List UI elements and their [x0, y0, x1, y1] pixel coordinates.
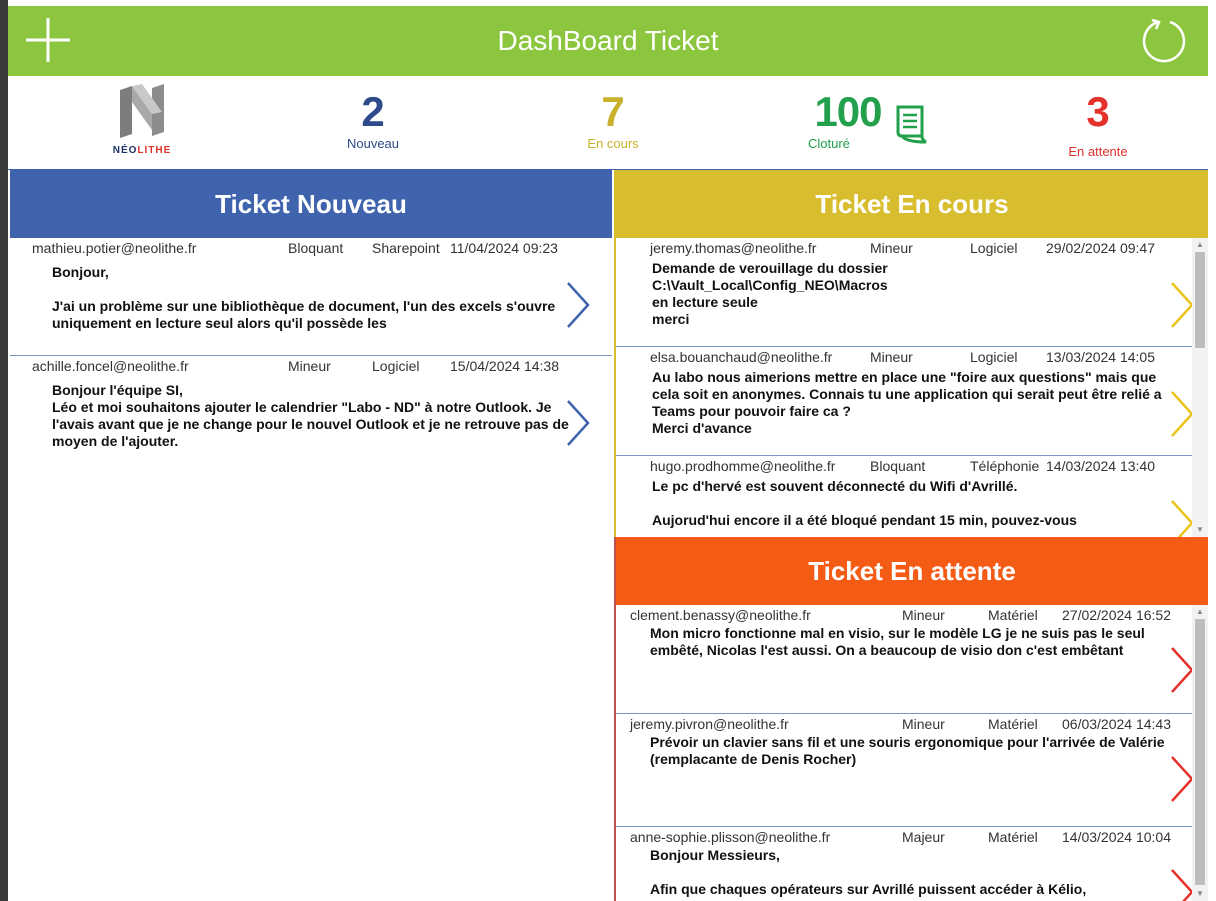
chevron-right-icon[interactable] — [564, 398, 592, 448]
chevron-right-icon[interactable] — [1168, 754, 1192, 804]
scroll-up-arrow-icon[interactable]: ▲ — [1195, 240, 1205, 250]
stat-en-attente-count: 3 — [1086, 88, 1110, 135]
scroll-up-arrow-icon[interactable]: ▲ — [1195, 607, 1205, 617]
ticket-category: Matériel — [988, 829, 1038, 845]
ticket-list-en-attente: clement.benassy@neolithe.fr Mineur Matér… — [616, 605, 1192, 901]
ticket-priority: Bloquant — [288, 240, 344, 256]
ticket-email: jeremy.pivron@neolithe.fr — [630, 716, 789, 732]
neolithe-logo: NÉOLITHE — [100, 82, 184, 162]
stat-nouveau-count: 2 — [361, 88, 385, 135]
ticket-email: clement.benassy@neolithe.fr — [630, 607, 811, 623]
panel-ticket-en-attente: Ticket En attente clement.benassy@neolit… — [614, 537, 1208, 901]
ticket-category: Matériel — [988, 607, 1038, 623]
ticket-email: achille.foncel@neolithe.fr — [32, 358, 189, 374]
chevron-right-icon[interactable] — [1168, 867, 1192, 901]
ticket-priority: Mineur — [870, 240, 913, 256]
stat-en-cours[interactable]: 7 En cours — [568, 88, 658, 152]
dashboard-app: DashBoard Ticket NÉOLITHE 2 Nouveau 7 En… — [8, 6, 1208, 901]
plus-icon[interactable] — [22, 14, 74, 66]
ticket-item[interactable]: jeremy.pivron@neolithe.fr Mineur Matérie… — [616, 714, 1192, 827]
ticket-category: Téléphonie — [970, 458, 1040, 474]
logo-mark-icon — [120, 84, 164, 138]
stats-bar: NÉOLITHE 2 Nouveau 7 En cours 100 Clotur… — [8, 76, 1208, 170]
ticket-message: Au labo nous aimerions mettre en place u… — [652, 369, 1162, 436]
ticket-message: Bonjour Messieurs, Afin que chaques opér… — [650, 847, 1087, 897]
document-icon — [896, 105, 927, 144]
ticket-date: 13/03/2024 14:05 — [1046, 349, 1155, 365]
ticket-category: Logiciel — [970, 349, 1018, 365]
chevron-right-icon[interactable] — [1168, 498, 1192, 537]
ticket-list-en-cours: jeremy.thomas@neolithe.fr Mineur Logicie… — [616, 238, 1192, 537]
ticket-category: Matériel — [988, 716, 1038, 732]
refresh-icon[interactable] — [1138, 16, 1188, 66]
stat-en-cours-label: En cours — [587, 136, 639, 151]
window-edge — [0, 0, 8, 901]
ticket-message: Bonjour l'équipe SI, Léo et moi souhaito… — [52, 382, 569, 449]
chevron-right-icon[interactable] — [1168, 645, 1192, 695]
ticket-email: hugo.prodhomme@neolithe.fr — [650, 458, 836, 474]
scroll-thumb[interactable] — [1195, 619, 1205, 885]
ticket-date: 06/03/2024 14:43 — [1062, 716, 1171, 732]
ticket-item[interactable]: achille.foncel@neolithe.fr Mineur Logici… — [10, 356, 612, 454]
ticket-date: 14/03/2024 10:04 — [1062, 829, 1171, 845]
ticket-date: 15/04/2024 14:38 — [450, 358, 559, 374]
scrollbar-en-attente[interactable]: ▲ ▼ — [1192, 605, 1208, 901]
ticket-priority: Bloquant — [870, 458, 926, 474]
ticket-message: Demande de verouillage du dossier C:\Vau… — [652, 260, 888, 327]
ticket-priority: Majeur — [902, 829, 945, 845]
app-header: DashBoard Ticket — [8, 6, 1208, 76]
app-title: DashBoard Ticket — [497, 25, 719, 56]
panel-en-cours-title: Ticket En cours — [616, 170, 1208, 238]
scroll-down-arrow-icon[interactable]: ▼ — [1195, 889, 1205, 899]
ticket-category: Logiciel — [372, 358, 420, 374]
stat-nouveau[interactable]: 2 Nouveau — [328, 88, 418, 152]
stat-cloture-count: 100 — [814, 88, 882, 135]
stat-en-attente[interactable]: 3 En attente — [1053, 88, 1143, 160]
ticket-category: Logiciel — [970, 240, 1018, 256]
ticket-item[interactable]: elsa.bouanchaud@neolithe.fr Mineur Logic… — [616, 347, 1192, 456]
ticket-priority: Mineur — [902, 716, 945, 732]
ticket-message: Mon micro fonctionne mal en visio, sur l… — [650, 625, 1149, 658]
ticket-date: 14/03/2024 13:40 — [1046, 458, 1155, 474]
ticket-date: 29/02/2024 09:47 — [1046, 240, 1155, 256]
ticket-email: anne-sophie.plisson@neolithe.fr — [630, 829, 831, 845]
panel-nouveau-title: Ticket Nouveau — [10, 170, 612, 238]
panel-ticket-nouveau: Ticket Nouveau mathieu.potier@neolithe.f… — [10, 170, 612, 901]
stat-nouveau-label: Nouveau — [346, 136, 400, 151]
chevron-right-icon[interactable] — [564, 280, 592, 330]
stat-cloture[interactable]: 100 Cloturé — [798, 88, 927, 151]
ticket-item[interactable]: mathieu.potier@neolithe.fr Bloquant Shar… — [10, 238, 612, 356]
ticket-category: Sharepoint — [372, 240, 440, 256]
stat-en-cours-count: 7 — [601, 88, 625, 135]
ticket-email: jeremy.thomas@neolithe.fr — [650, 240, 817, 256]
ticket-item[interactable]: jeremy.thomas@neolithe.fr Mineur Logicie… — [616, 238, 1192, 347]
ticket-date: 11/04/2024 09:23 — [450, 240, 558, 256]
ticket-message: Le pc d'hervé est souvent déconnecté du … — [652, 478, 1077, 528]
logo-wordmark: NÉOLITHE — [112, 145, 172, 156]
ticket-list-nouveau: mathieu.potier@neolithe.fr Bloquant Shar… — [10, 238, 612, 454]
scroll-down-arrow-icon[interactable]: ▼ — [1195, 525, 1205, 535]
ticket-message: Prévoir un clavier sans fil et une souri… — [650, 734, 1169, 767]
ticket-item[interactable]: clement.benassy@neolithe.fr Mineur Matér… — [616, 605, 1192, 714]
ticket-date: 27/02/2024 16:52 — [1062, 607, 1171, 623]
ticket-item[interactable]: anne-sophie.plisson@neolithe.fr Majeur M… — [616, 827, 1192, 901]
stat-cloture-label: Cloturé — [808, 136, 850, 151]
ticket-email: mathieu.potier@neolithe.fr — [32, 240, 197, 256]
ticket-email: elsa.bouanchaud@neolithe.fr — [650, 349, 833, 365]
chevron-right-icon[interactable] — [1168, 389, 1192, 439]
panel-en-attente-title: Ticket En attente — [616, 537, 1208, 605]
stat-en-attente-label: En attente — [1068, 144, 1128, 159]
scrollbar-en-cours[interactable]: ▲ ▼ — [1192, 238, 1208, 537]
ticket-priority: Mineur — [870, 349, 913, 365]
scroll-thumb[interactable] — [1195, 252, 1205, 348]
ticket-priority: Mineur — [902, 607, 945, 623]
ticket-item[interactable]: hugo.prodhomme@neolithe.fr Bloquant Télé… — [616, 456, 1192, 537]
ticket-priority: Mineur — [288, 358, 331, 374]
ticket-message: Bonjour, J'ai un problème sur une biblio… — [52, 264, 556, 331]
chevron-right-icon[interactable] — [1168, 280, 1192, 330]
panel-ticket-en-cours: Ticket En cours jeremy.thomas@neolithe.f… — [614, 170, 1208, 537]
